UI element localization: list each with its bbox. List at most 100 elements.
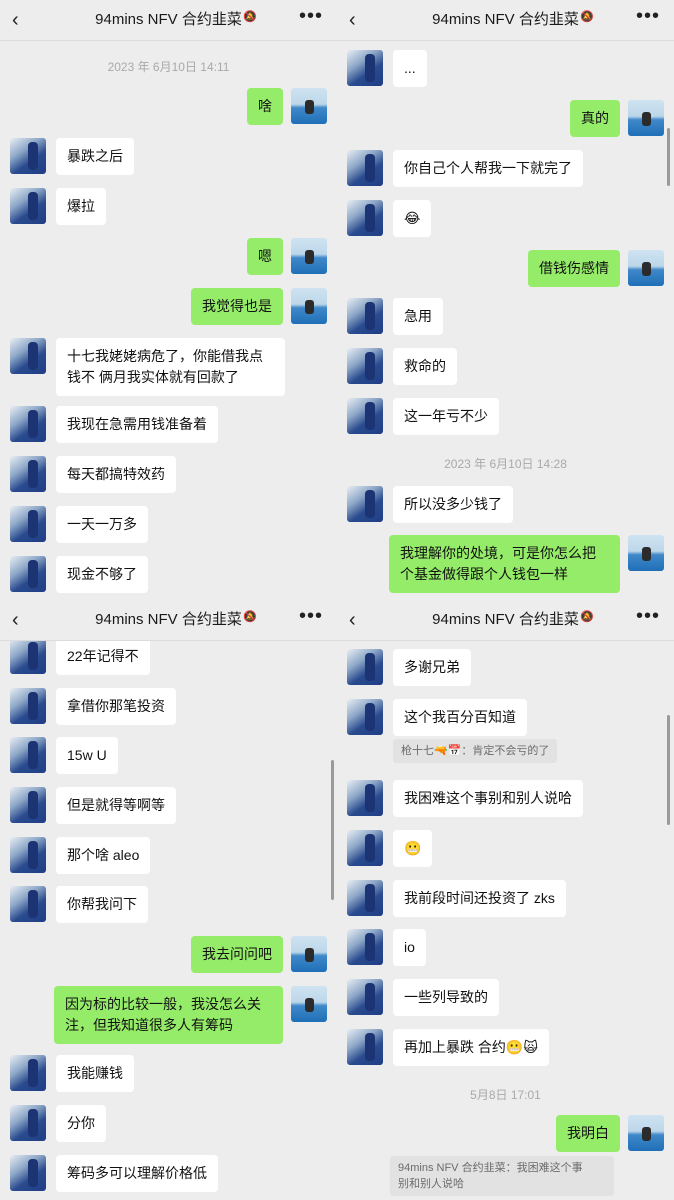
quoted-reply[interactable]: 94mins NFV 合约韭菜：我困难这个事 别和别人说哈 (390, 1156, 614, 1196)
avatar-self[interactable] (291, 88, 327, 124)
avatar-contact[interactable] (347, 200, 383, 236)
bell-slash-icon: 🔕 (580, 611, 594, 623)
quoted-reply[interactable]: 枪十七🔫📅：肯定不会亏的了 (393, 739, 558, 763)
avatar-contact[interactable] (10, 338, 46, 374)
avatar-contact[interactable] (10, 1055, 46, 1091)
avatar-contact[interactable] (347, 880, 383, 916)
message-bubble-sent[interactable]: 因为标的比较一般，我没怎么关 注，但我知道很多人有筹码 (54, 986, 283, 1044)
chat-screenshot-2: ‹ 94mins NFV 合约韭菜 🔕 ••• ... 真的 你自己个人帮我一下… (337, 0, 674, 600)
message-bubble-received[interactable]: 我困难这个事别和别人说哈 (393, 780, 583, 817)
ellipsis-icon[interactable]: ••• (299, 606, 323, 626)
message-bubble-received[interactable]: 筹码多可以理解价格低 (56, 1155, 218, 1192)
avatar-contact[interactable] (347, 298, 383, 334)
message-bubble-received[interactable]: 我能赚钱 (56, 1055, 134, 1092)
message-bubble-sent[interactable]: 啥 (247, 88, 283, 125)
avatar-contact[interactable] (347, 150, 383, 186)
message-bubble-received[interactable]: 救命的 (393, 348, 457, 385)
message-bubble-received[interactable]: 急用 (393, 298, 443, 335)
scrollbar[interactable] (331, 760, 334, 900)
message-bubble-received[interactable]: 😂 (393, 200, 432, 237)
avatar-self[interactable] (628, 100, 664, 136)
avatar-contact[interactable] (10, 456, 46, 492)
avatar-contact[interactable] (347, 649, 383, 685)
message-bubble-received[interactable]: 现金不够了 (56, 556, 148, 593)
message-bubble-received[interactable]: 😬 (393, 830, 433, 867)
message-bubble-received[interactable]: 一天一万多 (56, 506, 148, 543)
avatar-contact[interactable] (347, 929, 383, 965)
ellipsis-icon[interactable]: ••• (636, 6, 660, 26)
message-bubble-received[interactable]: io (393, 929, 426, 966)
message-bubble-received[interactable]: 再加上暴跌 合约😬🙀 (393, 1029, 549, 1066)
message-bubble-sent[interactable]: 我明白 (556, 1115, 620, 1152)
avatar-contact[interactable] (10, 1105, 46, 1141)
message-bubble-sent[interactable]: 真的 (570, 100, 620, 137)
avatar-self[interactable] (628, 1115, 664, 1151)
avatar-contact[interactable] (10, 886, 46, 922)
timestamp: 2023 年 6月10日 14:28 (444, 457, 567, 471)
message-bubble-received[interactable]: 你自己个人帮我一下就完了 (393, 150, 583, 187)
timestamp: 5月8日 17:01 (470, 1088, 541, 1102)
bell-slash-icon: 🔕 (243, 611, 257, 623)
message-bubble-received[interactable]: 我前段时间还投资了 zks (393, 880, 566, 917)
message-bubble-received[interactable]: 爆拉 (56, 188, 106, 225)
scrollbar[interactable] (667, 715, 670, 825)
message-bubble-received[interactable]: 这一年亏不少 (393, 398, 499, 435)
avatar-contact[interactable] (347, 1029, 383, 1065)
message-bubble-received[interactable]: 十七我姥姥病危了，你能借我点 钱不 俩月我实体就有回款了 (56, 338, 285, 396)
message-bubble-received[interactable]: 多谢兄弟 (393, 649, 471, 686)
avatar-contact[interactable] (347, 50, 383, 86)
message-bubble-received[interactable]: 但是就得等啊等 (56, 787, 176, 824)
ellipsis-icon[interactable]: ••• (299, 6, 323, 26)
avatar-contact[interactable] (347, 348, 383, 384)
avatar-contact[interactable] (10, 406, 46, 442)
chat-title: 94mins NFV 合约韭菜 (432, 611, 579, 628)
message-bubble-received[interactable]: 这个我百分百知道 (393, 699, 527, 736)
message-bubble-received[interactable]: 分你 (56, 1105, 106, 1142)
chat-header: ‹ 94mins NFV 合约韭菜 🔕 ••• (337, 0, 674, 41)
avatar-contact[interactable] (10, 556, 46, 592)
message-bubble-sent[interactable]: 我去问问吧 (191, 936, 283, 973)
message-bubble-received[interactable]: ... (393, 50, 427, 87)
avatar-self[interactable] (291, 936, 327, 972)
message-bubble-sent[interactable]: 借钱伤感情 (528, 250, 620, 287)
avatar-contact[interactable] (10, 638, 46, 674)
chat-title: 94mins NFV 合约韭菜 (95, 11, 242, 28)
avatar-self[interactable] (291, 288, 327, 324)
chat-screenshot-1: ‹ 94mins NFV 合约韭菜 🔕 ••• 2023 年 6月10日 14:… (0, 0, 337, 600)
avatar-self[interactable] (628, 250, 664, 286)
avatar-contact[interactable] (347, 780, 383, 816)
message-bubble-received[interactable]: 每天都搞特效药 (56, 456, 176, 493)
avatar-self[interactable] (291, 238, 327, 274)
avatar-contact[interactable] (10, 506, 46, 542)
avatar-contact[interactable] (10, 188, 46, 224)
message-bubble-sent[interactable]: 嗯 (247, 238, 283, 275)
avatar-contact[interactable] (347, 699, 383, 735)
message-bubble-received[interactable]: 22年记得不 (56, 638, 150, 675)
ellipsis-icon[interactable]: ••• (636, 606, 660, 626)
message-bubble-received[interactable]: 你帮我问下 (56, 886, 148, 923)
avatar-contact[interactable] (10, 1155, 46, 1191)
message-bubble-sent[interactable]: 我理解你的处境，可是你怎么把 个基金做得跟个人钱包一样 (389, 535, 620, 593)
avatar-contact[interactable] (347, 979, 383, 1015)
message-bubble-received[interactable]: 一些列导致的 (393, 979, 499, 1016)
message-bubble-received[interactable]: 拿借你那笔投资 (56, 688, 176, 725)
avatar-contact[interactable] (10, 837, 46, 873)
avatar-contact[interactable] (10, 787, 46, 823)
avatar-contact[interactable] (10, 138, 46, 174)
message-bubble-received[interactable]: 15w U (56, 737, 118, 774)
bell-slash-icon: 🔕 (243, 11, 257, 23)
message-bubble-sent[interactable]: 我觉得也是 (191, 288, 283, 325)
avatar-self[interactable] (628, 535, 664, 571)
timestamp: 2023 年 6月10日 14:11 (107, 60, 230, 74)
message-bubble-received[interactable]: 那个啥 aleo (56, 837, 151, 874)
avatar-contact[interactable] (347, 486, 383, 522)
avatar-contact[interactable] (10, 737, 46, 773)
message-bubble-received[interactable]: 暴跌之后 (56, 138, 134, 175)
avatar-contact[interactable] (347, 398, 383, 434)
avatar-contact[interactable] (347, 830, 383, 866)
avatar-self[interactable] (291, 986, 327, 1022)
message-bubble-received[interactable]: 所以没多少钱了 (393, 486, 513, 523)
scrollbar[interactable] (667, 128, 670, 186)
message-bubble-received[interactable]: 我现在急需用钱准备着 (56, 406, 218, 443)
avatar-contact[interactable] (10, 688, 46, 724)
